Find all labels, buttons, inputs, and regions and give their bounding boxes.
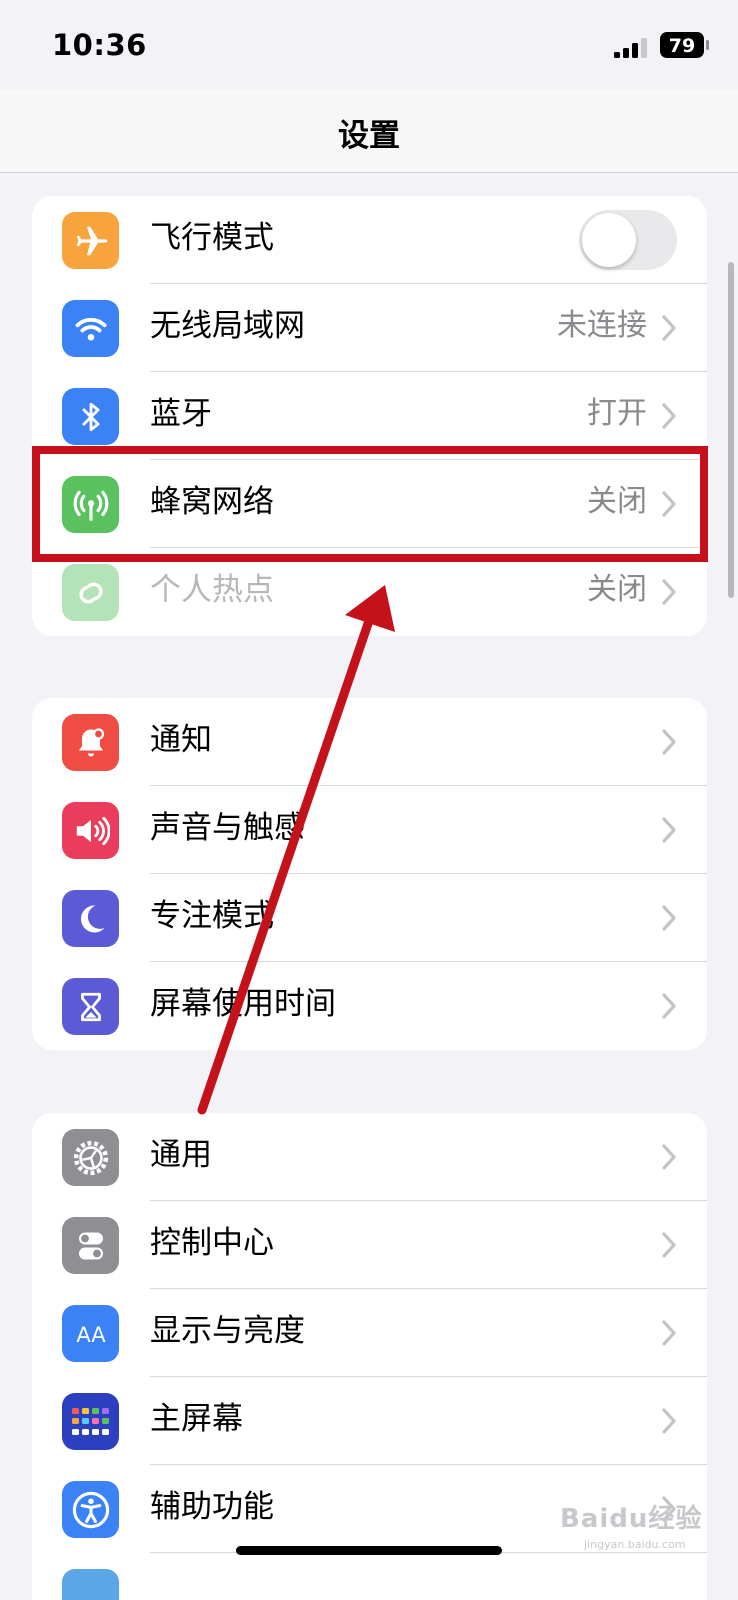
setting-label: 显示与亮度 — [150, 1313, 305, 1349]
setting-label: 个人热点 — [150, 572, 274, 608]
bell-icon — [62, 714, 119, 771]
airplane-mode-toggle[interactable] — [579, 210, 677, 270]
moon-icon — [62, 890, 119, 947]
gear-icon — [62, 1129, 119, 1186]
chevron-right-icon — [662, 579, 676, 605]
battery-level: 79 — [669, 35, 695, 57]
setting-label: 通用 — [150, 1137, 212, 1173]
setting-row-home-screen[interactable]: 主屏幕 — [32, 1377, 707, 1465]
setting-row-screen-time[interactable]: 屏幕使用时间 — [32, 962, 707, 1050]
airplane-icon — [62, 212, 119, 269]
accessibility-icon — [62, 1481, 119, 1538]
status-bar: 10:36 79 — [0, 0, 738, 90]
chevron-right-icon — [662, 315, 676, 341]
app-icon-partial — [62, 1569, 119, 1600]
setting-label: 主屏幕 — [150, 1401, 243, 1437]
setting-row-control-center[interactable]: 控制中心 — [32, 1201, 707, 1289]
bluetooth-icon — [62, 388, 119, 445]
text-size-icon: AA — [62, 1305, 119, 1362]
home-indicator[interactable] — [236, 1546, 502, 1555]
switches-icon — [62, 1217, 119, 1274]
speaker-icon — [62, 802, 119, 859]
chevron-right-icon — [662, 817, 676, 843]
antenna-icon — [62, 476, 119, 533]
scroll-indicator[interactable] — [728, 262, 734, 598]
wifi-icon — [62, 300, 119, 357]
setting-row-personal-hotspot[interactable]: 个人热点 关闭 — [32, 548, 707, 636]
setting-label: 屏幕使用时间 — [150, 986, 336, 1022]
watermark-url: jingyan.baidu.com — [584, 1538, 686, 1551]
setting-row-display-brightness[interactable]: AA 显示与亮度 — [32, 1289, 707, 1377]
page-title: 设置 — [338, 118, 400, 154]
chevron-right-icon — [662, 905, 676, 931]
setting-label: 辅助功能 — [150, 1489, 274, 1525]
chevron-right-icon — [662, 1144, 676, 1170]
setting-value: 未连接 — [557, 308, 647, 343]
hourglass-icon — [62, 978, 119, 1035]
setting-label: 控制中心 — [150, 1225, 274, 1261]
svg-text:AA: AA — [76, 1323, 106, 1347]
setting-value: 关闭 — [587, 484, 647, 519]
setting-row-partial[interactable] — [32, 1553, 707, 1600]
setting-row-wifi[interactable]: 无线局域网 未连接 — [32, 284, 707, 372]
setting-label: 无线局域网 — [150, 308, 305, 344]
setting-label: 声音与触感 — [150, 810, 305, 846]
chevron-right-icon — [662, 1408, 676, 1434]
navigation-bar: 设置 — [0, 90, 738, 173]
cellular-signal-icon — [614, 38, 647, 58]
setting-value: 打开 — [587, 396, 647, 431]
chevron-right-icon — [662, 1232, 676, 1258]
setting-row-cellular[interactable]: 蜂窝网络 关闭 — [32, 460, 707, 548]
chevron-right-icon — [662, 403, 676, 429]
settings-group-notifications: 通知 声音与触感 专注模式 屏幕使用时间 — [32, 698, 707, 1050]
setting-label: 通知 — [150, 722, 212, 758]
toggle-knob — [582, 213, 636, 267]
setting-row-sounds-haptics[interactable]: 声音与触感 — [32, 786, 707, 874]
watermark-logo: Baidu经验 — [560, 1504, 703, 1534]
status-time: 10:36 — [52, 28, 147, 62]
setting-label: 专注模式 — [150, 898, 274, 934]
setting-row-bluetooth[interactable]: 蓝牙 打开 — [32, 372, 707, 460]
setting-row-general[interactable]: 通用 — [32, 1113, 707, 1201]
setting-row-airplane-mode[interactable]: 飞行模式 — [32, 196, 707, 284]
chevron-right-icon — [662, 729, 676, 755]
chevron-right-icon — [662, 993, 676, 1019]
setting-label: 蓝牙 — [150, 396, 212, 432]
setting-row-focus[interactable]: 专注模式 — [32, 874, 707, 962]
settings-group-connectivity: 飞行模式 无线局域网 未连接 蓝牙 打开 蜂窝网络 关闭 个人热点 关闭 — [32, 196, 707, 636]
hotspot-icon — [62, 564, 119, 621]
chevron-right-icon — [662, 491, 676, 517]
home-grid-icon — [62, 1393, 119, 1450]
chevron-right-icon — [662, 1320, 676, 1346]
setting-value: 关闭 — [587, 572, 647, 607]
setting-label: 蜂窝网络 — [150, 484, 274, 520]
setting-row-notifications[interactable]: 通知 — [32, 698, 707, 786]
battery-icon: 79 — [660, 32, 709, 58]
setting-label: 飞行模式 — [150, 220, 274, 256]
